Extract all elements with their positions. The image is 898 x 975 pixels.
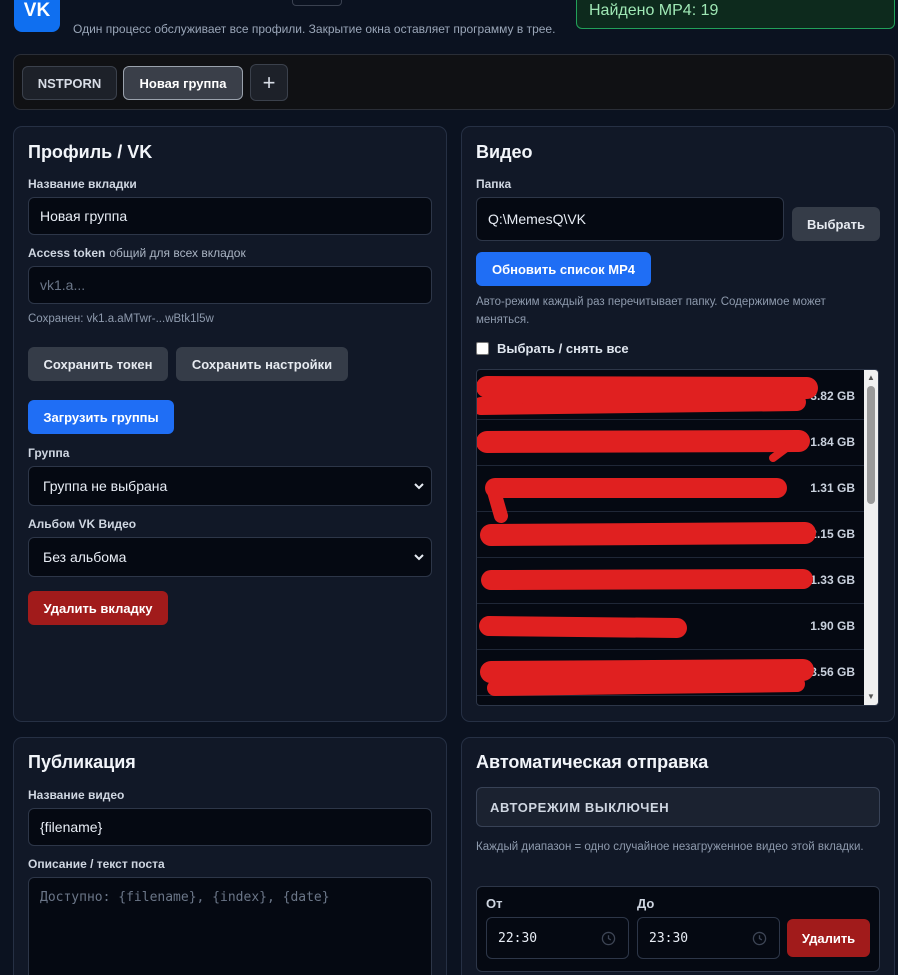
list-scrollbar[interactable]: ▲ ▼	[864, 370, 878, 705]
publish-title: Публикация	[28, 752, 136, 772]
file-size: 3.82 GB	[810, 389, 855, 403]
tab-name-input[interactable]: Новая группа	[28, 197, 432, 235]
to-time-value: 23:30	[649, 930, 689, 946]
tab-name-label: Название вкладки	[28, 177, 137, 191]
token-label: Access token общий для всех вкладок	[28, 246, 246, 260]
description-label: Описание / текст поста	[28, 857, 165, 871]
album-select-value: Без альбома	[43, 549, 127, 565]
file-size: 1.90 GB	[810, 619, 855, 633]
file-size: 1.84 GB	[810, 435, 855, 449]
tab-nstporn[interactable]: NSTPORN	[22, 66, 117, 100]
auto-mode-status: АВТОРЕЖИМ ВЫКЛЮЧЕН	[476, 787, 880, 827]
token-sublabel: общий для всех вкладок	[109, 246, 246, 260]
to-label: До	[637, 896, 655, 911]
folder-input[interactable]: Q:\MemesQ\VK	[476, 197, 784, 241]
auto-range-hint: Каждый диапазон = одно случайное незагру…	[476, 841, 864, 853]
album-select[interactable]: Без альбома	[28, 537, 432, 577]
auto-reread-hint: Авто-режим каждый раз перечитывает папку…	[476, 296, 826, 326]
token-input[interactable]: vk1.a...	[28, 266, 432, 304]
clock-icon[interactable]	[752, 931, 767, 946]
list-item[interactable]: 1.31 GB	[477, 466, 865, 512]
save-token-button[interactable]: Сохранить токен	[28, 347, 168, 381]
tab-new-group[interactable]: Новая группа	[123, 66, 243, 100]
profile-title: Профиль / VK	[28, 142, 153, 162]
to-time-input[interactable]: 23:30	[637, 917, 780, 959]
select-all-label: Выбрать / снять все	[497, 341, 629, 356]
description-textarea[interactable]: Доступно: {filename}, {index}, {date}	[28, 877, 432, 975]
album-label: Альбом VK Видео	[28, 517, 137, 531]
group-select[interactable]: Группа не выбрана	[28, 466, 432, 506]
delete-tab-button[interactable]: Удалить вкладку	[28, 591, 168, 625]
list-item[interactable]: 2.15 GB	[477, 512, 865, 558]
header-button[interactable]	[292, 0, 342, 6]
scroll-thumb[interactable]	[867, 386, 875, 504]
file-size: 2.15 GB	[810, 527, 855, 541]
load-groups-button[interactable]: Загрузить группы	[28, 400, 174, 434]
scroll-down-icon[interactable]: ▼	[867, 693, 875, 701]
file-size: 1.31 GB	[810, 481, 855, 495]
from-label: От	[486, 896, 503, 911]
from-time-value: 22:30	[498, 930, 538, 946]
list-item[interactable]: 3.82 GB	[477, 374, 865, 420]
video-name-label: Название видео	[28, 788, 125, 802]
app-subtitle: Один процесс обслуживает все профили. За…	[73, 22, 556, 36]
add-tab-button[interactable]: +	[250, 64, 288, 101]
chevron-down-icon	[414, 483, 424, 490]
checkbox-icon[interactable]	[476, 342, 489, 355]
list-item[interactable]: 1.84 GB	[477, 420, 865, 466]
scroll-up-icon[interactable]: ▲	[867, 374, 875, 382]
mp4-counter: Найдено MP4: 19	[576, 0, 895, 29]
file-size: 1.33 GB	[810, 573, 855, 587]
clock-icon[interactable]	[601, 931, 616, 946]
refresh-mp4-button[interactable]: Обновить список MP4	[476, 252, 651, 286]
group-label: Группа	[28, 446, 70, 460]
token-label-text: Access token	[28, 246, 106, 260]
delete-range-button[interactable]: Удалить	[787, 919, 870, 957]
list-item[interactable]: 3.56 GB	[477, 650, 865, 696]
list-item[interactable]: 1.33 GB	[477, 558, 865, 604]
vk-logo: VK	[14, 0, 60, 32]
video-title: Видео	[476, 142, 533, 162]
select-all-checkbox[interactable]: Выбрать / снять все	[476, 341, 629, 356]
choose-folder-button[interactable]: Выбрать	[792, 207, 880, 241]
chevron-down-icon	[414, 554, 424, 561]
list-item[interactable]: 1.90 GB	[477, 604, 865, 650]
save-settings-button[interactable]: Сохранить настройки	[176, 347, 348, 381]
file-size: 3.56 GB	[810, 665, 855, 679]
profile-tabs-bar: NSTPORN Новая группа +	[13, 54, 895, 110]
video-file-list[interactable]: 3.82 GB 1.84 GB 1.31 GB 2.15 GB 1.33 GB …	[476, 369, 879, 706]
auto-send-title: Автоматическая отправка	[476, 752, 709, 772]
from-time-input[interactable]: 22:30	[486, 917, 629, 959]
token-saved-text: Сохранен: vk1.a.aMTwr-...wBtk1l5w	[28, 313, 214, 325]
group-select-value: Группа не выбрана	[43, 478, 168, 494]
folder-label: Папка	[476, 177, 512, 191]
video-name-input[interactable]: {filename}	[28, 808, 432, 846]
